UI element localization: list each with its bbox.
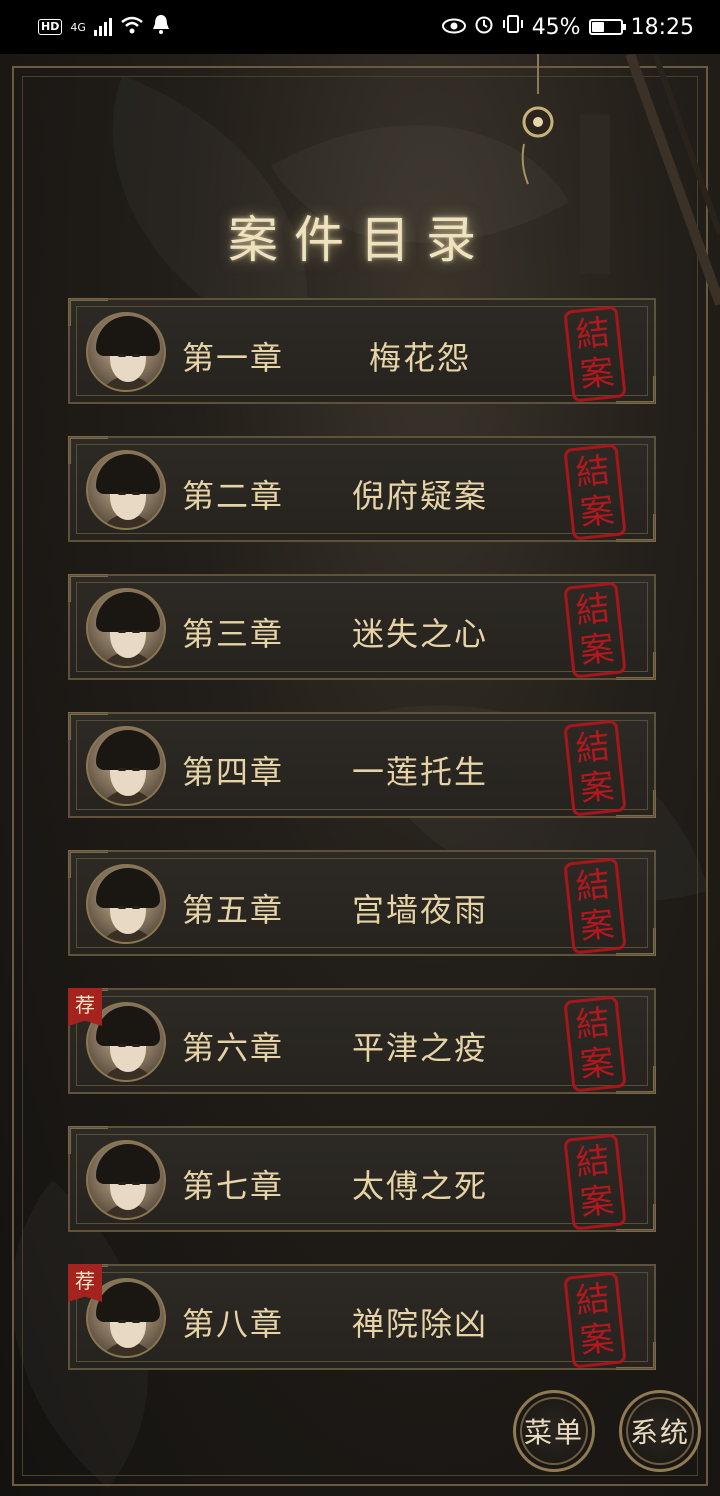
chapter-title: 倪府疑案 (351, 477, 488, 515)
character-avatar (86, 312, 166, 392)
chapter-title: 宫墙夜雨 (351, 891, 488, 929)
eye-icon (441, 15, 466, 40)
page-title: 案件目录 (228, 211, 492, 269)
chapter-number: 第四章 (182, 753, 285, 791)
seal-char: 案 (578, 490, 617, 534)
avatar-eye (132, 492, 140, 495)
chapter-row[interactable]: 第二章 倪府疑案 結 案 (68, 436, 656, 542)
chapter-row[interactable]: 第七章 太傅之死 結 案 (68, 1126, 656, 1232)
case-closed-seal: 結 案 (563, 719, 627, 817)
avatar-eye (118, 906, 126, 909)
avatar-hair (96, 316, 160, 356)
status-right: 45% 18:25 (441, 14, 694, 40)
chapter-row[interactable]: 荐 第六章 平津之疫 結 案 (68, 988, 656, 1094)
hanging-ornament (521, 54, 720, 306)
avatar-eye (132, 768, 140, 771)
chapter-row[interactable]: 第三章 迷失之心 結 案 (68, 574, 656, 680)
avatar-eye (132, 354, 140, 357)
battery-icon (588, 19, 626, 35)
recommend-badge: 荐 (68, 988, 102, 1026)
avatar-hair (96, 454, 160, 494)
seal-char: 案 (578, 1180, 617, 1224)
avatar-eye (132, 906, 140, 909)
signal-icon (93, 18, 112, 36)
avatar-eye (118, 354, 126, 357)
seal-char: 案 (578, 352, 617, 396)
seal-char: 結 (573, 726, 612, 770)
battery-percent: 45% (531, 14, 581, 40)
avatar-eye (132, 1182, 140, 1185)
chapter-number: 第一章 (182, 339, 285, 377)
avatar-eye (118, 768, 126, 771)
chapter-title: 平津之疫 (351, 1029, 488, 1067)
chapter-title: 梅花怨 (368, 339, 471, 377)
avatar-eye (132, 1320, 140, 1323)
seal-char: 結 (573, 1278, 612, 1322)
avatar-hair (96, 1282, 160, 1322)
case-closed-seal: 結 案 (563, 995, 627, 1093)
seal-char: 案 (578, 766, 617, 810)
chapter-number: 第八章 (182, 1305, 285, 1343)
chapter-number: 第五章 (182, 891, 285, 929)
chapter-title: 迷失之心 (351, 615, 488, 653)
character-avatar (86, 450, 166, 530)
seal-char: 案 (578, 628, 617, 672)
case-closed-seal: 結 案 (563, 305, 627, 403)
avatar-eye (132, 630, 140, 633)
chapter-title: 一莲托生 (351, 753, 488, 791)
avatar-eye (118, 1320, 126, 1323)
seal-char: 結 (573, 450, 612, 494)
avatar-eye (118, 630, 126, 633)
avatar-eye (132, 1044, 140, 1047)
avatar-eye (118, 492, 126, 495)
chapter-number: 第六章 (182, 1029, 285, 1067)
avatar-hair (96, 1144, 160, 1184)
avatar-eye (118, 1182, 126, 1185)
character-avatar (86, 864, 166, 944)
notification-icon (152, 14, 170, 40)
seal-char: 結 (573, 1140, 612, 1184)
avatar-hair (96, 1006, 160, 1046)
case-closed-seal: 結 案 (563, 581, 627, 679)
seal-char: 案 (578, 1042, 617, 1086)
chapter-row[interactable]: 荐 第八章 禅院除凶 結 案 (68, 1264, 656, 1370)
network-type: 4G (70, 20, 86, 34)
status-bar: HD 4G 45% 18:25 (0, 0, 720, 54)
menu-button[interactable]: 菜单 (513, 1390, 595, 1472)
avatar-eye (118, 1044, 126, 1047)
chapter-row[interactable]: 第五章 宫墙夜雨 結 案 (68, 850, 656, 956)
seal-char: 結 (573, 1002, 612, 1046)
case-closed-seal: 結 案 (563, 857, 627, 955)
character-avatar (86, 588, 166, 668)
chapter-number: 第二章 (182, 477, 285, 515)
avatar-hair (96, 868, 160, 908)
avatar-hair (96, 730, 160, 770)
chapter-row[interactable]: 第四章 一莲托生 結 案 (68, 712, 656, 818)
avatar-hair (96, 592, 160, 632)
clock: 18:25 (630, 14, 694, 40)
seal-char: 結 (573, 588, 612, 632)
seal-char: 案 (578, 904, 617, 948)
chapter-row[interactable]: 第一章 梅花怨 結 案 (68, 298, 656, 404)
game-screen: 案件目录 第一章 梅花怨 結 案 第二章 倪府疑案 結 案 第三章 迷失之心 結… (0, 54, 720, 1496)
chapter-number: 第三章 (182, 615, 285, 653)
wifi-icon (120, 15, 144, 40)
status-left: HD 4G (38, 14, 170, 40)
hd-icon: HD (38, 19, 63, 35)
seal-char: 案 (578, 1318, 617, 1362)
chapter-number: 第七章 (182, 1167, 285, 1205)
seal-char: 結 (573, 312, 612, 356)
character-avatar (86, 726, 166, 806)
chapter-title: 禅院除凶 (351, 1305, 488, 1343)
seal-char: 結 (573, 864, 612, 908)
case-closed-seal: 結 案 (563, 443, 627, 541)
vibrate-icon (502, 14, 524, 40)
alarm-icon (474, 14, 494, 40)
system-button[interactable]: 系统 (619, 1390, 701, 1472)
case-closed-seal: 結 案 (563, 1271, 627, 1369)
character-avatar (86, 1140, 166, 1220)
chapter-title: 太傅之死 (351, 1167, 488, 1205)
recommend-badge: 荐 (68, 1264, 102, 1302)
case-closed-seal: 結 案 (563, 1133, 627, 1231)
